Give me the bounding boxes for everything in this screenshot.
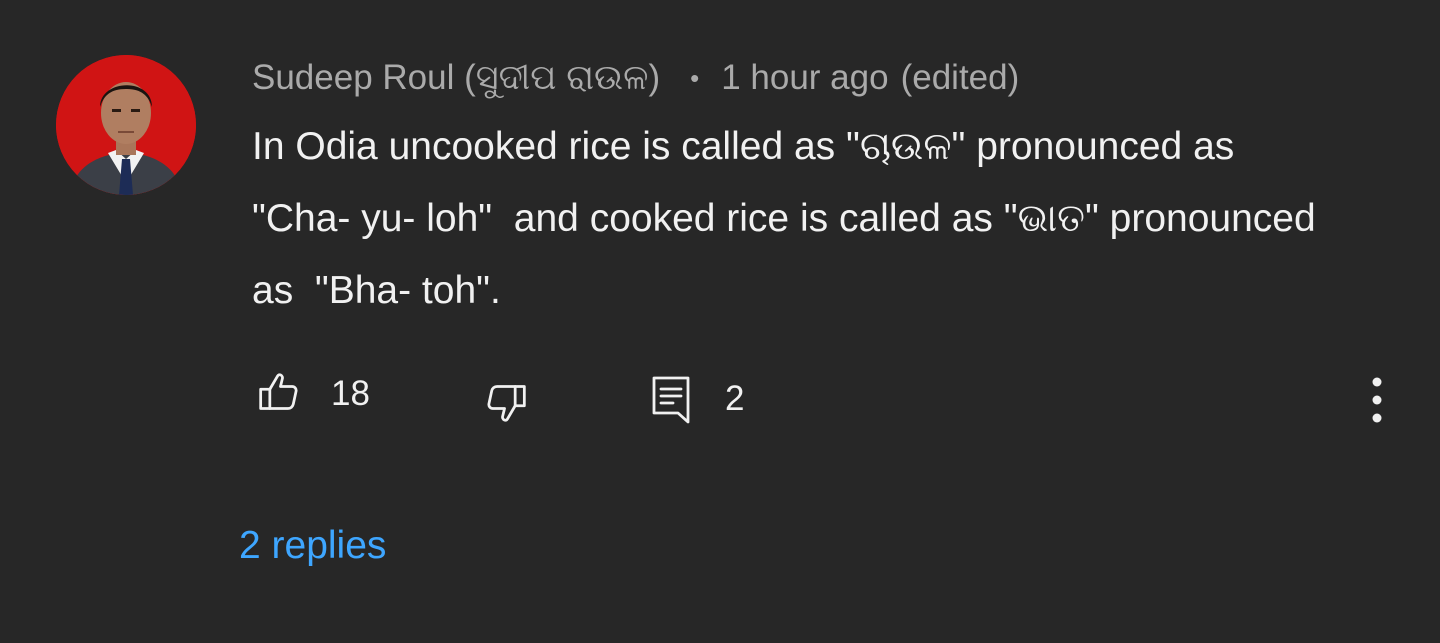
author-avatar[interactable]: [56, 55, 196, 195]
reply-count: 2: [725, 379, 745, 418]
more-options-button[interactable]: [1360, 374, 1394, 426]
more-vertical-icon: [1372, 377, 1382, 423]
like-count: 18: [331, 374, 370, 413]
profile-photo-avatar: [56, 55, 196, 195]
comment-reply-icon: [651, 370, 691, 429]
comment-header: Sudeep Roul (ସୁଦୀପ ରାଉଳ) • 1 hour ago (e…: [252, 56, 1019, 100]
author-name[interactable]: Sudeep Roul (ସୁଦୀପ ରାଉଳ): [252, 58, 660, 98]
reply-button[interactable]: 2: [651, 371, 744, 427]
thumbs-down-icon: [484, 381, 528, 430]
comment-thread: Sudeep Roul (ସୁଦୀପ ରାଉଳ) • 1 hour ago (e…: [0, 0, 1440, 643]
view-replies-link[interactable]: 2 replies: [239, 524, 386, 568]
edited-label: (edited): [900, 58, 1020, 97]
thumbs-up-icon: [257, 370, 301, 419]
dislike-button[interactable]: [484, 382, 528, 428]
comment-timestamp[interactable]: 1 hour ago: [721, 58, 888, 98]
comment-text: In Odia uncooked rice is called as "ଚାଉଳ…: [252, 125, 1327, 312]
like-button[interactable]: 18: [257, 371, 370, 417]
meta-separator: •: [690, 62, 700, 93]
